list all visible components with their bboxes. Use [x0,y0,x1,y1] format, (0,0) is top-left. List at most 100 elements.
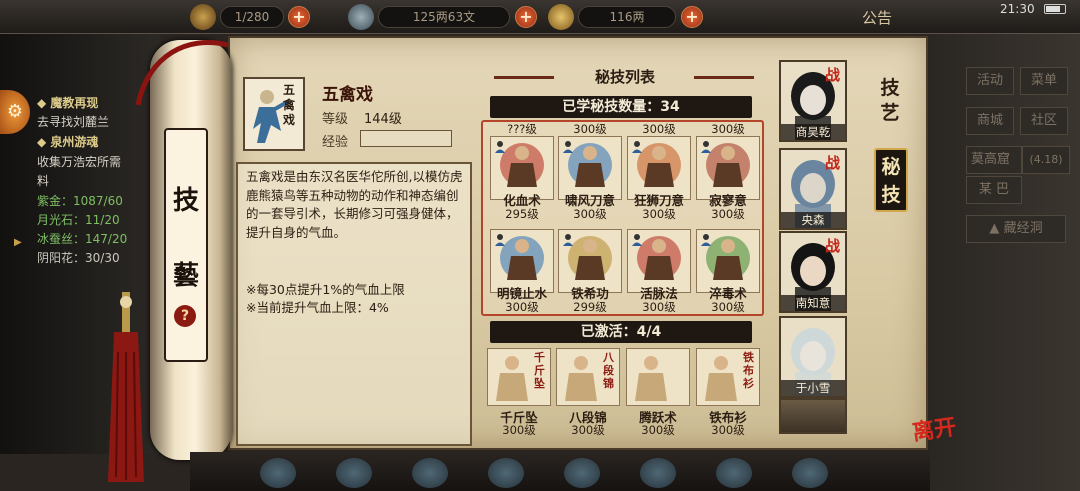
battle-badge-icon: 战 [825,154,841,172]
portrait-slot-empty[interactable] [779,398,847,434]
banner-char: 藝 [172,261,199,291]
skill-description: 五禽戏是由东汉名医华佗所创,以模仿虎鹿熊猿鸟等五种动物的动作和神态编创的一套导引… [246,169,463,240]
storage-icon [190,4,216,30]
character-portrait[interactable]: 战南知意 [779,231,847,313]
battery-icon [1044,4,1066,14]
tab-miji[interactable]: 秘技 [874,148,908,212]
active-skill-level: 300级 [711,423,745,437]
storage-count: 1/280 [220,6,284,28]
skill-level-partial: ???级 [507,122,537,136]
tassel-icon [108,292,144,482]
quest-title[interactable]: ◆ 泉州游魂 [37,133,98,150]
skill-level-partial: 300级 [642,122,676,136]
add-copper-button[interactable]: + [515,6,537,28]
character-name: 南知意 [781,295,845,311]
skill-cell-level: 300级 [573,207,607,221]
skill-level-partial: 300级 [711,122,745,136]
exp-label: 经验 [322,135,349,150]
quest-desc: 去寻找刘麓兰 [37,115,110,129]
active-skill-art-icon: 千斤坠 [487,348,551,406]
active-skill-tag: 铁布衫 [743,351,754,390]
copper-coin-icon [348,4,374,30]
nav-icon[interactable] [564,458,600,488]
selected-skill-icon: 五禽戏 [243,77,305,151]
battle-badge-icon: 战 [825,66,841,84]
location-name: 莫高窟 [966,146,1022,174]
quest-material: 阴阳花：30/30 [37,251,120,265]
active-skill-tag: 八段锦 [603,351,614,390]
assigned-person-icon [561,139,575,153]
dungeon-label: 藏经洞 [1003,221,1043,236]
battle-badge-icon: 战 [825,237,841,255]
add-silver-button[interactable]: + [681,6,703,28]
announcement-button[interactable]: 公告 [862,7,892,28]
character-name: 商昊乾 [781,124,845,140]
assigned-person-icon [630,139,644,153]
skill-cell-level: 300级 [711,207,745,221]
dungeon-button[interactable]: ▲ 藏经洞 [966,215,1066,243]
banner-char: 技 [172,186,199,216]
silver-amount: 116两 [578,6,676,28]
shop-button[interactable]: 商城 [966,107,1014,135]
level-label: 等级 [322,112,349,127]
arrow-up-icon: ▲ [989,221,1004,236]
clock: 21:30 [1000,2,1035,16]
quest-material: 紫金：1087/60 [37,194,123,208]
character-name: 央森 [781,212,845,228]
active-skill-level: 300级 [502,423,536,437]
nav-icon[interactable] [336,458,372,488]
character-portrait[interactable]: 战央森 [779,148,847,230]
tassel-rope-icon [135,40,229,106]
skill-cell-level: 295级 [505,207,539,221]
add-storage-button[interactable]: + [288,6,310,28]
skill-cell-level: 300级 [642,207,676,221]
assigned-person-icon [493,139,507,153]
nav-icon[interactable] [716,458,752,488]
skill-name: 五禽戏 [322,85,373,105]
assigned-person-icon [699,232,713,246]
top-status-bar: 1/280 + 125两63文 + 116两 + 公告 21:30 [0,0,1080,34]
location-coords: (4.18) [1022,146,1070,174]
quest-material: 冰蚕丝：147/20 [37,232,128,246]
community-button[interactable]: 社区 [1020,107,1068,135]
skill-cell-level: 300级 [711,300,745,314]
activated-count-ribbon: 已激活：4/4 [490,321,752,343]
nav-icon[interactable] [260,458,296,488]
collapse-arrow-icon[interactable]: ▶ [14,237,22,248]
active-skill-level: 300级 [641,423,675,437]
skill-cell-level: 299级 [573,300,607,314]
quest-title[interactable]: ◆ 魔教再现 [37,94,98,111]
active-skill-art-icon: 八段锦 [556,348,620,406]
location-sub: 某 巴 [966,176,1022,204]
tab-jiyi[interactable]: 技艺 [872,76,908,130]
assigned-person-icon [561,232,575,246]
nav-icon[interactable] [488,458,524,488]
exp-bar [360,130,452,147]
nav-icon[interactable] [640,458,676,488]
quest-desc: 料 [37,174,50,188]
leave-button[interactable]: 离开 [910,409,958,447]
skill-note: ※当前提升气血上限：4% [246,300,389,315]
nav-icon[interactable] [792,458,828,488]
copper-amount: 125两63文 [378,6,510,28]
character-name: 于小雪 [781,380,845,396]
active-skill-level: 300级 [571,423,605,437]
nav-icon[interactable] [412,458,448,488]
skill-note: ※每30点提升1%的气血上限 [246,282,405,297]
active-skill-art-icon [626,348,690,406]
menu-button[interactable]: 菜单 [1020,67,1068,95]
quest-material: 月光石：11/20 [37,213,120,227]
skill-level-partial: 300级 [573,122,607,136]
activity-button[interactable]: 活动 [966,67,1014,95]
bottom-nav-bar [190,452,930,491]
active-skill-art-icon: 铁布衫 [696,348,760,406]
active-skill-tag: 千斤坠 [534,351,545,390]
character-portrait[interactable]: 战商昊乾 [779,60,847,142]
character-portrait[interactable]: 于小雪 [779,316,847,398]
help-button[interactable]: ? [174,305,196,327]
quest-desc: 收集万浩宏所需 [37,155,122,169]
skill-list-title: 秘技列表 [594,68,655,86]
level-value: 144级 [364,112,402,127]
skill-icon-caption: 五禽戏 [283,83,296,127]
assigned-person-icon [699,139,713,153]
